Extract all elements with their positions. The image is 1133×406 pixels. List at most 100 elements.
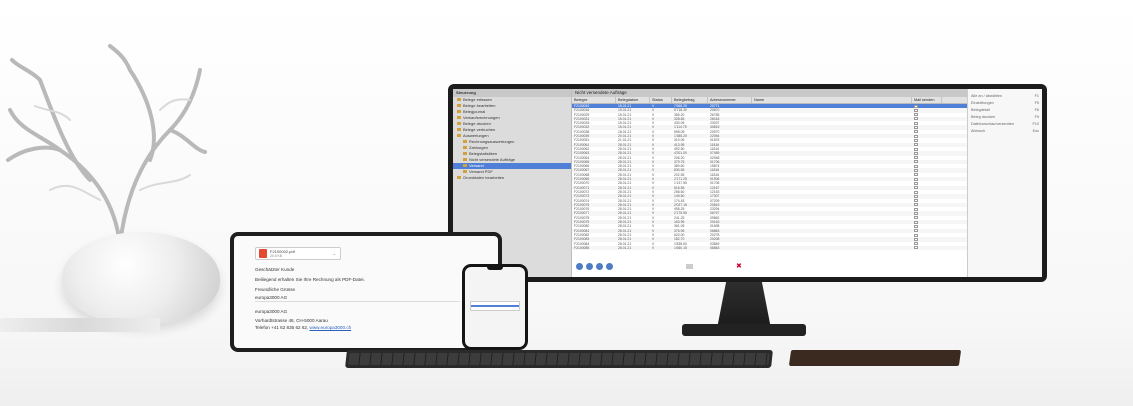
- mail-send-checkbox[interactable]: [914, 130, 918, 134]
- email-closing: Freundliche Grüsse: [255, 287, 296, 292]
- table-row[interactable]: F2100085 28.01.21 V 1'660.15 06863: [572, 245, 967, 251]
- mail-send-checkbox[interactable]: [914, 207, 918, 211]
- menu-item[interactable]: Dateivorschau/versenden F10: [968, 121, 1042, 128]
- tree-node-label: Belege erfassen: [463, 97, 492, 102]
- tree-node-label: Belege verbuchen: [463, 127, 496, 132]
- first-page-icon[interactable]: [576, 262, 583, 270]
- mail-send-checkbox[interactable]: [914, 169, 918, 173]
- mail-send-checkbox[interactable]: [914, 147, 918, 151]
- mail-send-checkbox[interactable]: [914, 181, 918, 185]
- mail-send-checkbox[interactable]: [914, 246, 918, 250]
- menu-item[interactable]: Beleg drucken F9: [968, 114, 1042, 121]
- smartphone-device: [462, 264, 528, 350]
- mail-send-checkbox[interactable]: [914, 229, 918, 233]
- mail-send-checkbox[interactable]: [914, 212, 918, 216]
- column-header-belegbetrag[interactable]: Belegbetrag: [672, 97, 708, 103]
- menu-item-shortcut: Esc: [1032, 129, 1039, 133]
- table-cell: 1'660.15: [674, 245, 687, 250]
- email-greeting: Geschätzter Kunde: [255, 267, 295, 272]
- mail-send-checkbox[interactable]: [914, 186, 918, 190]
- column-header-belegdatum[interactable]: Belegdatum: [616, 97, 650, 103]
- phone-notch: [487, 267, 503, 270]
- pdf-attachment[interactable]: F2100002.pdf 20.5 KB ⌄: [255, 247, 341, 260]
- mail-send-checkbox[interactable]: [914, 121, 918, 125]
- mail-send-checkbox[interactable]: [914, 177, 918, 181]
- mail-send-checkbox[interactable]: [914, 237, 918, 241]
- mail-send-checkbox[interactable]: [914, 108, 918, 112]
- folder-icon: [463, 158, 467, 162]
- mail-send-checkbox[interactable]: [914, 203, 918, 207]
- tree-node-label: Verkaufsrechnungen: [463, 115, 500, 120]
- monitor-screen: Steuerung Belege erfassen Belege bearbeit…: [453, 89, 1042, 277]
- table-cell-name: [752, 246, 912, 250]
- folder-icon: [463, 170, 467, 174]
- cancel-icon[interactable]: ✖: [736, 262, 742, 270]
- last-page-icon[interactable]: [606, 262, 613, 270]
- mail-send-checkbox[interactable]: [914, 143, 918, 147]
- chevron-down-icon[interactable]: ⌄: [333, 251, 336, 256]
- mail-send-checkbox[interactable]: [914, 160, 918, 164]
- folder-icon: [463, 140, 467, 144]
- prev-page-icon[interactable]: [586, 262, 593, 270]
- mail-send-checkbox[interactable]: [914, 151, 918, 155]
- mail-send-checkbox[interactable]: [914, 199, 918, 203]
- mail-send-checkbox[interactable]: [914, 216, 918, 220]
- tree-node-label: Belege drucken: [463, 121, 491, 126]
- menu-item-label: Alle an / abwählen: [971, 94, 1003, 98]
- email-body: Beiliegend erhalten Sie Ihre Rechnung al…: [255, 277, 365, 282]
- mail-send-checkbox[interactable]: [914, 190, 918, 194]
- tree-header: Steuerung: [453, 89, 571, 97]
- signature-company: europa3000 AG: [255, 309, 288, 314]
- menu-item[interactable]: Einstellungen F5: [968, 100, 1042, 107]
- tree-node[interactable]: Grunddaten bearbeiten: [453, 175, 571, 181]
- menu-item[interactable]: Alle an / abwählen F1: [968, 93, 1042, 100]
- mail-send-checkbox[interactable]: [914, 113, 918, 117]
- email-preview: F2100002.pdf 20.5 KB ⌄ Geschätzter Kunde…: [234, 236, 498, 348]
- product-showcase-scene: Steuerung Belege erfassen Belege bearbeit…: [0, 0, 1133, 406]
- folder-icon: [463, 164, 467, 168]
- signature-phone: Telefon +41 62 836 62 62,: [255, 325, 309, 330]
- mail-send-checkbox[interactable]: [914, 233, 918, 237]
- tree-node-label: Zahlungen: [469, 145, 488, 150]
- table-cell: 06863: [710, 245, 720, 250]
- pdf-file-icon: [259, 249, 267, 258]
- menu-item[interactable]: Abbruch Esc: [968, 128, 1042, 135]
- folder-icon: [457, 104, 461, 108]
- attachment-name: F2100002.pdf: [270, 248, 295, 254]
- mail-send-checkbox[interactable]: [914, 220, 918, 224]
- folder-icon: [457, 116, 461, 120]
- mail-send-cell: [912, 246, 942, 250]
- column-header-mail-senden[interactable]: Mail senden: [912, 97, 942, 103]
- mail-send-checkbox[interactable]: [914, 138, 918, 142]
- email-sender: europa3000 AG: [255, 295, 288, 300]
- table-body: F2100010 18.01.21 V 7'668.25 20771 F2100016 15…: [572, 104, 967, 251]
- mail-send-checkbox[interactable]: [914, 156, 918, 160]
- attachment-size: 20.5 KB: [270, 253, 283, 258]
- mail-send-checkbox[interactable]: [914, 194, 918, 198]
- menu-item-shortcut: F9: [1034, 115, 1039, 119]
- folder-icon: [457, 134, 461, 138]
- action-menu: Alle an / abwählen F1 Einstellungen F5 Beleg…: [967, 89, 1042, 277]
- mail-send-checkbox[interactable]: [914, 126, 918, 130]
- table-header-row: Belegnr. Belegdatum Status Belegbetrag A…: [572, 97, 967, 104]
- column-header-status[interactable]: Status: [650, 97, 672, 103]
- mail-send-checkbox[interactable]: [914, 242, 918, 246]
- next-page-icon[interactable]: [596, 262, 603, 270]
- column-header-adressnummer[interactable]: Adressnummer: [708, 97, 752, 103]
- mail-send-checkbox[interactable]: [914, 224, 918, 228]
- website-link[interactable]: www.europa3000.ch: [310, 325, 352, 330]
- mail-send-checkbox[interactable]: [914, 134, 918, 138]
- column-header-belegnr[interactable]: Belegnr.: [572, 97, 616, 103]
- menu-item[interactable]: Belegdetail F6: [968, 107, 1042, 114]
- mail-send-checkbox[interactable]: [914, 104, 918, 108]
- phone-screen: [465, 267, 525, 347]
- mail-send-checkbox[interactable]: [914, 164, 918, 168]
- mail-send-checkbox[interactable]: [914, 117, 918, 121]
- table-footer: ✖: [572, 255, 967, 277]
- envelope-icon[interactable]: [686, 263, 693, 269]
- tree-node-label: Belegstatistiken: [469, 151, 498, 156]
- column-header-name[interactable]: Name: [752, 97, 912, 103]
- menu-item-shortcut: F10: [1032, 122, 1039, 126]
- mail-send-checkbox[interactable]: [914, 173, 918, 177]
- tree-node-label: Belegjournal: [463, 109, 486, 114]
